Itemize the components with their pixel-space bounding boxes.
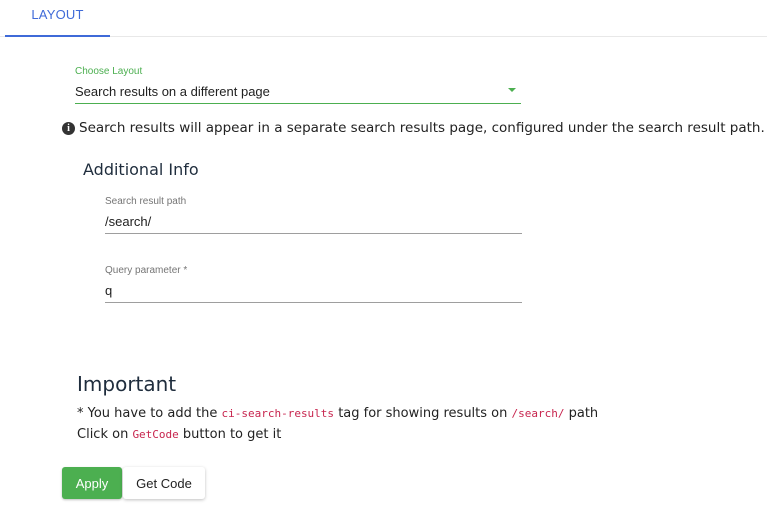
- get-code-button[interactable]: Get Code: [123, 467, 205, 499]
- note-2-suffix: button to get it: [178, 427, 282, 442]
- choose-layout-label: Choose Layout: [75, 66, 143, 77]
- choose-layout-value: Search results on a different page: [75, 84, 270, 99]
- tab-layout-label: LAYOUT: [31, 7, 84, 22]
- search-result-path-input[interactable]: /search/: [105, 211, 522, 234]
- note-1-code-tag: ci-search-results: [221, 407, 335, 420]
- note-1-suffix: path: [564, 406, 599, 421]
- query-parameter-label: Query parameter *: [105, 265, 188, 276]
- note-1-code-path: /search/: [511, 407, 565, 420]
- apply-button[interactable]: Apply: [62, 467, 122, 499]
- note-1-middle: tag for showing results on: [334, 406, 512, 421]
- note-2-prefix: Click on: [77, 427, 133, 442]
- query-parameter-value: q: [105, 283, 113, 298]
- info-text: Search results will appear in a separate…: [79, 120, 765, 136]
- tab-layout[interactable]: LAYOUT: [5, 0, 110, 37]
- search-result-path-label: Search result path: [105, 196, 187, 207]
- important-note-2: Click on GetCode button to get it: [77, 427, 281, 442]
- info-circle-icon: i: [62, 122, 75, 135]
- tab-bar: LAYOUT: [0, 0, 767, 37]
- active-tab-indicator: [5, 35, 110, 37]
- important-note-1: * You have to add the ci-search-results …: [77, 406, 598, 421]
- choose-layout-select[interactable]: Search results on a different page: [75, 81, 521, 104]
- additional-info-heading: Additional Info: [83, 160, 199, 179]
- note-2-code: GetCode: [132, 428, 179, 441]
- note-1-prefix: * You have to add the: [77, 406, 222, 421]
- important-heading: Important: [77, 372, 177, 396]
- query-parameter-input[interactable]: q: [105, 280, 522, 303]
- search-result-path-value: /search/: [105, 214, 152, 229]
- caret-down-icon: [508, 88, 516, 92]
